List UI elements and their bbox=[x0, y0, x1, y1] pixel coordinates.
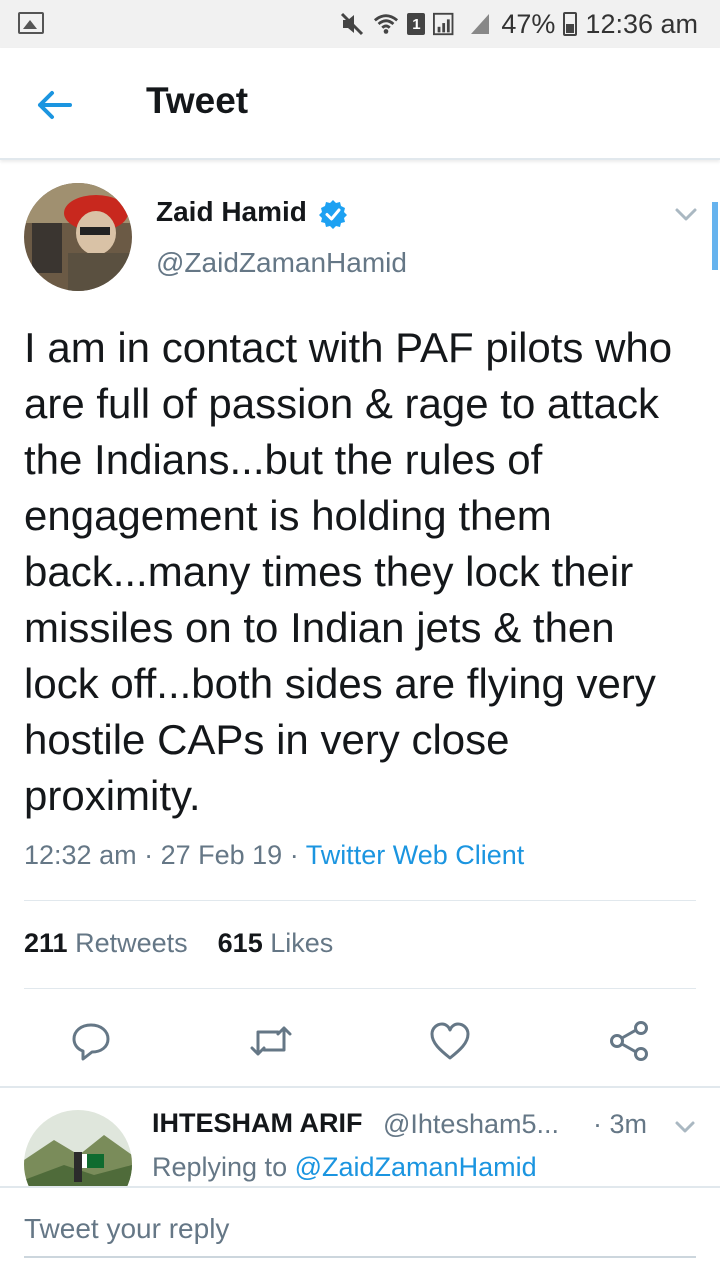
retweets-label: Retweets bbox=[75, 928, 188, 958]
chevron-down-icon[interactable] bbox=[672, 200, 700, 228]
status-bar: 1 47% 12:36 am bbox=[0, 0, 720, 48]
retweets-count: 211 bbox=[24, 928, 68, 958]
replying-to-prefix: Replying to bbox=[152, 1152, 288, 1182]
likes-count: 615 bbox=[217, 928, 263, 958]
signal-icon bbox=[433, 11, 459, 37]
author-name[interactable]: Zaid Hamid bbox=[156, 196, 307, 228]
tweet-time: 12:32 am bbox=[24, 840, 137, 870]
author-handle[interactable]: @ZaidZamanHamid bbox=[156, 247, 407, 279]
page-title: Tweet bbox=[146, 80, 249, 121]
reply-composer bbox=[0, 1186, 720, 1280]
share-icon bbox=[610, 1021, 648, 1061]
verified-badge-icon bbox=[319, 200, 347, 229]
retweets-stat[interactable]: 211 Retweets bbox=[24, 928, 188, 958]
replying-to-mention[interactable]: @ZaidZamanHamid bbox=[295, 1152, 537, 1182]
app-header: Tweet bbox=[0, 48, 720, 160]
mute-icon bbox=[339, 11, 365, 37]
tweet-date: 27 Feb 19 bbox=[160, 840, 283, 870]
chevron-down-icon[interactable] bbox=[672, 1114, 698, 1140]
share-button[interactable] bbox=[606, 1018, 652, 1064]
divider bbox=[0, 1086, 720, 1088]
likes-label: Likes bbox=[270, 928, 334, 958]
sim-badge: 1 bbox=[407, 13, 426, 35]
reply-author-avatar[interactable] bbox=[24, 1110, 132, 1186]
like-button[interactable] bbox=[427, 1018, 473, 1064]
replying-to-line: Replying to @ZaidZamanHamid bbox=[152, 1152, 537, 1186]
reply-button[interactable] bbox=[68, 1018, 114, 1064]
retweet-icon bbox=[250, 1026, 292, 1056]
tweet-actions bbox=[0, 1012, 720, 1068]
scrollbar[interactable] bbox=[712, 202, 718, 270]
back-button[interactable] bbox=[28, 78, 82, 132]
reply-author-name[interactable]: IHTESHAM ARIF bbox=[152, 1108, 363, 1139]
reply-input[interactable] bbox=[24, 1202, 696, 1258]
divider bbox=[24, 988, 696, 989]
meta-separator: · bbox=[289, 840, 299, 870]
divider bbox=[24, 900, 696, 901]
tweet-meta: 12:32 am · 27 Feb 19 · Twitter Web Clien… bbox=[24, 840, 524, 871]
reply-icon bbox=[72, 1023, 110, 1061]
tweet-client-link[interactable]: Twitter Web Client bbox=[306, 840, 525, 870]
arrow-left-icon bbox=[38, 91, 72, 119]
tweet-stats: 211 Retweets 615 Likes bbox=[24, 928, 333, 959]
retweet-button[interactable] bbox=[248, 1018, 294, 1064]
heart-icon bbox=[430, 1022, 470, 1060]
likes-stat[interactable]: 615 Likes bbox=[218, 928, 334, 958]
signal-strength-icon bbox=[467, 11, 493, 37]
gallery-notification-icon bbox=[18, 12, 44, 34]
reply-timestamp: · 3m bbox=[593, 1109, 647, 1139]
wifi-icon bbox=[373, 11, 399, 37]
battery-icon bbox=[563, 12, 578, 36]
meta-separator: · bbox=[144, 840, 154, 870]
battery-percent: 47% bbox=[501, 8, 556, 39]
status-bar-right: 1 47% 12:36 am bbox=[339, 0, 698, 48]
reply-author-handle[interactable]: @Ihtesham5... bbox=[383, 1109, 559, 1140]
author-avatar[interactable] bbox=[24, 183, 132, 291]
tweet-text: I am in contact with PAF pilots who are … bbox=[24, 324, 673, 819]
clock: 12:36 am bbox=[585, 8, 698, 39]
